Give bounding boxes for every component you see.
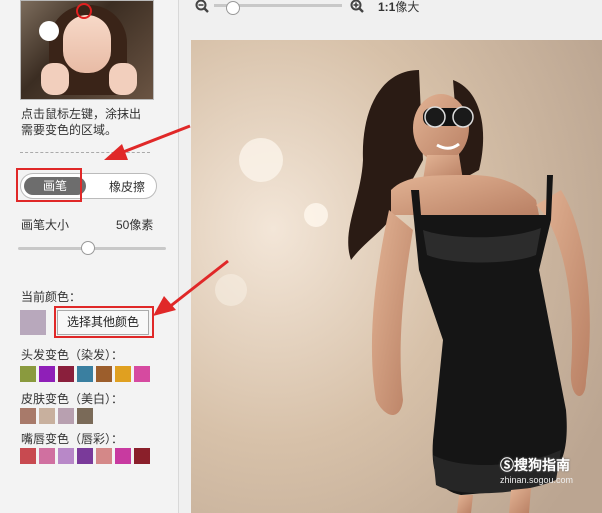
instruction-line-1: 点击鼠标左键，涂抹出 xyxy=(21,107,142,121)
red-arrow-icon xyxy=(104,124,191,160)
watermark-url: zhinan.sogou.com xyxy=(500,475,574,485)
color-swatch[interactable] xyxy=(77,408,93,424)
photo-image xyxy=(191,40,602,513)
color-swatch[interactable] xyxy=(134,366,150,382)
zoom-ratio-unit: 像大 xyxy=(395,0,420,14)
color-swatch[interactable] xyxy=(115,366,131,382)
brush-size-value: 50像素 xyxy=(116,218,154,232)
color-swatch[interactable] xyxy=(58,366,74,382)
color-swatch[interactable] xyxy=(39,408,55,424)
color-swatch[interactable] xyxy=(20,448,36,464)
color-swatch[interactable] xyxy=(39,448,55,464)
zoom-slider[interactable] xyxy=(214,1,342,15)
brush-size-slider[interactable] xyxy=(18,241,166,255)
color-swatch[interactable] xyxy=(58,448,74,464)
eraser-tool-button[interactable]: 橡皮擦 xyxy=(99,178,155,196)
zoom-ratio-value: 1:1 xyxy=(378,0,396,14)
brush-size-label: 画笔大小 xyxy=(21,218,70,232)
lips-color-label: 嘴唇变色（唇彩）： xyxy=(21,432,124,446)
skin-color-label: 皮肤变色（美白）： xyxy=(21,392,124,406)
highlight-box-pick-color xyxy=(54,306,154,338)
color-swatch[interactable] xyxy=(134,448,150,464)
zoom-out-icon[interactable] xyxy=(195,0,209,14)
current-color-label: 当前颜色： xyxy=(21,290,82,304)
watermark-title: Ⓢ搜狗指南 xyxy=(500,457,570,473)
color-swatch[interactable] xyxy=(20,366,36,382)
preview-thumbnail[interactable] xyxy=(20,0,154,100)
color-swatch[interactable] xyxy=(115,448,131,464)
highlight-box-brush xyxy=(16,168,82,202)
hair-color-label: 头发变色（染发）： xyxy=(21,348,124,362)
brush-marker-icon xyxy=(76,3,92,19)
red-arrow-icon xyxy=(153,259,229,316)
panel-divider xyxy=(178,0,179,513)
color-swatch[interactable] xyxy=(39,366,55,382)
color-swatch[interactable] xyxy=(96,366,112,382)
brush-size-slider-handle[interactable] xyxy=(80,241,95,255)
photo-canvas[interactable] xyxy=(191,40,602,513)
color-swatch[interactable] xyxy=(77,448,93,464)
color-swatch[interactable] xyxy=(77,366,93,382)
color-swatch[interactable] xyxy=(58,408,74,424)
color-swatch[interactable] xyxy=(20,408,36,424)
color-swatch[interactable] xyxy=(96,448,112,464)
current-color-swatch[interactable] xyxy=(20,310,46,335)
zoom-ratio[interactable]: 1:1像大 xyxy=(378,0,419,15)
zoom-in-icon[interactable] xyxy=(350,0,364,14)
